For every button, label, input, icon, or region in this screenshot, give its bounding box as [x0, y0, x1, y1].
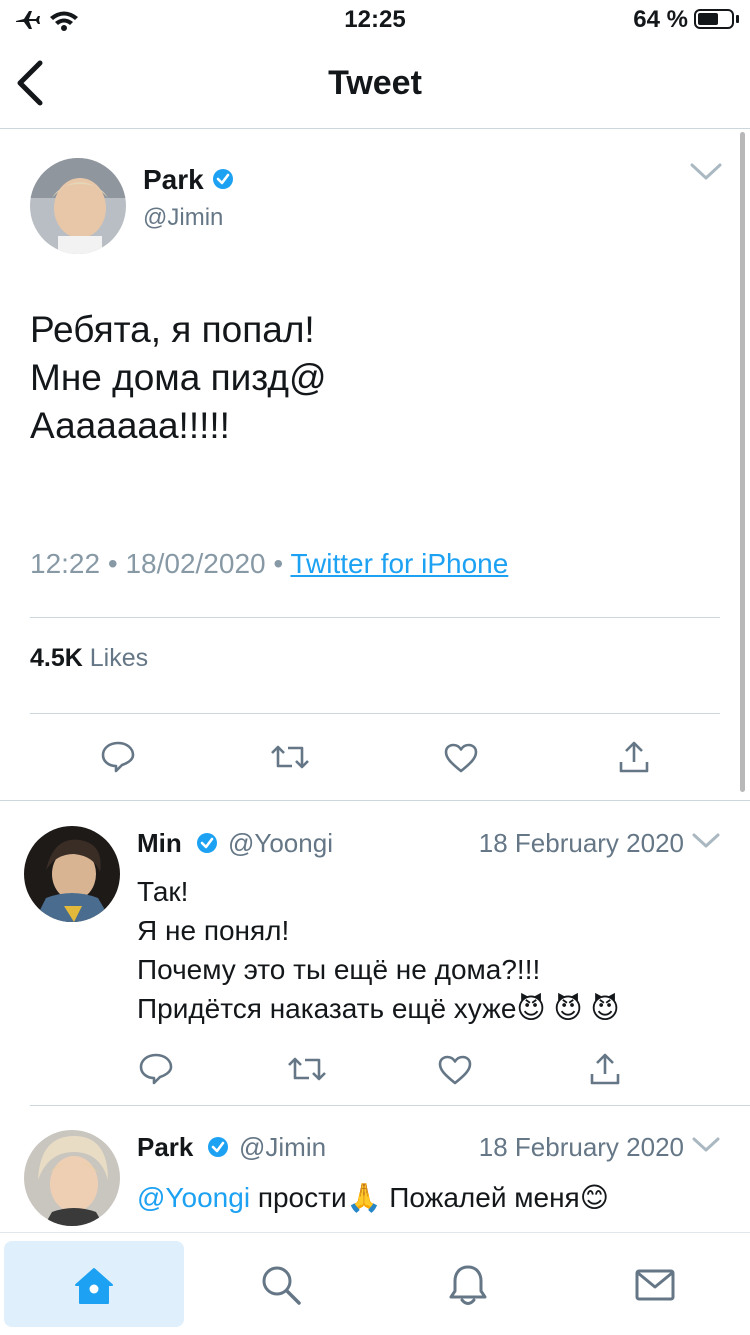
author-name[interactable]: Park [143, 164, 204, 196]
scrollbar[interactable] [740, 132, 745, 792]
divider [30, 713, 720, 714]
chevron-down-icon [690, 163, 722, 180]
verified-badge-icon [207, 1136, 229, 1163]
likes-label: Likes [89, 644, 149, 672]
reply-text: @Yoongi прости🙏 Пожалей меня😊 [137, 1178, 737, 1232]
likes-count[interactable]: 4.5K Likes [30, 644, 148, 673]
battery-cap [736, 15, 739, 23]
comment-icon [101, 741, 135, 773]
tweet-text: Ребята, я попал! Мне дома пизд@ Ааааааа!… [30, 309, 327, 446]
author-name[interactable]: Park [137, 1132, 193, 1163]
tab-home[interactable] [4, 1241, 184, 1327]
nav-header: Tweet [0, 40, 750, 129]
retweet-icon [271, 745, 309, 769]
tab-notifications[interactable] [378, 1241, 558, 1327]
heart-icon [438, 1055, 472, 1085]
chevron-down-icon [692, 1137, 720, 1152]
tweet-source-link[interactable]: Twitter for iPhone [290, 548, 508, 579]
retweet-button[interactable] [270, 742, 310, 777]
verified-badge-icon [212, 168, 234, 195]
reply-text: Так! Я не понял! Почему это ты ещё не до… [137, 876, 620, 1024]
divider [30, 1105, 750, 1106]
share-button[interactable] [618, 740, 650, 779]
likes-number: 4.5K [30, 644, 83, 672]
heart-icon [444, 743, 478, 773]
avatar[interactable] [30, 158, 126, 254]
battery-percent: 64 % [633, 6, 688, 33]
status-bar: 12:25 64 % [0, 0, 750, 40]
avatar[interactable] [24, 826, 120, 922]
divider [30, 617, 720, 618]
tweet-meta: 12:22 • 18/02/2020 • Twitter for iPhone [30, 548, 509, 579]
tweet-menu-button[interactable] [690, 162, 722, 187]
bell-icon [449, 1265, 487, 1305]
comment-icon [139, 1053, 173, 1085]
share-icon [590, 1053, 620, 1085]
share-button[interactable] [589, 1052, 621, 1091]
reply-date: 18 February 2020 [478, 828, 684, 858]
mention-link[interactable]: @Yoongi [137, 1182, 250, 1213]
author-handle[interactable]: @Jimin [143, 204, 223, 232]
tab-messages[interactable] [565, 1241, 745, 1327]
avatar-photo [24, 826, 120, 922]
author-handle[interactable]: @Jimin [239, 1132, 326, 1163]
tweet-menu-button[interactable] [692, 832, 720, 855]
reply-button[interactable] [100, 740, 136, 779]
retweet-icon [288, 1057, 326, 1081]
tweet-menu-button[interactable] [692, 1136, 720, 1159]
home-icon [75, 1268, 113, 1304]
tab-bar [0, 1232, 750, 1335]
like-button[interactable] [443, 742, 479, 779]
avatar[interactable] [24, 1130, 120, 1226]
divider [0, 800, 750, 801]
author-handle[interactable]: @Yoongi [228, 828, 333, 859]
search-icon [262, 1266, 301, 1305]
tab-search[interactable] [191, 1241, 371, 1327]
verified-badge-icon [196, 832, 218, 859]
reply-button[interactable] [138, 1052, 174, 1091]
battery-icon [694, 9, 734, 29]
author-name[interactable]: Min [137, 828, 182, 859]
retweet-button[interactable] [287, 1054, 327, 1089]
tweet-date: 18/02/2020 [125, 548, 266, 579]
like-button[interactable] [437, 1054, 473, 1091]
reply-date: 18 February 2020 [478, 1132, 684, 1162]
avatar-photo [30, 158, 126, 254]
tweet-time: 12:22 [30, 548, 101, 579]
page-title: Tweet [328, 64, 422, 102]
share-icon [619, 741, 649, 773]
reply-body: прости🙏 Пожалей меня😊 [250, 1182, 609, 1213]
battery-level [698, 13, 718, 25]
avatar-photo [24, 1130, 120, 1226]
mail-icon [635, 1269, 675, 1301]
chevron-down-icon [692, 833, 720, 848]
